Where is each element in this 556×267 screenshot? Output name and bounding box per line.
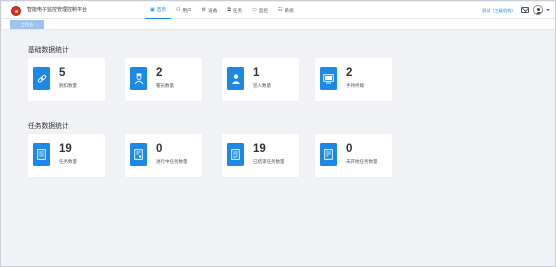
stat-label: 手持终端	[346, 83, 364, 88]
system-icon: ☷	[278, 7, 283, 13]
stat-label: 进行中任务数量	[156, 159, 188, 164]
task-icon: ⧉	[227, 7, 231, 13]
mail-icon[interactable]	[521, 7, 529, 13]
nav-item-system[interactable]: ☷ 系统	[273, 2, 299, 19]
prisoner-icon	[227, 67, 244, 90]
police-badge-logo	[11, 6, 21, 16]
link-icon	[33, 67, 50, 90]
main-nav: ▣ 首页 ⚇ 用户 ⚙ 设备 ⧉ 任务 ▭ 监控 ☷ 系统	[145, 2, 299, 19]
stat-value: 19	[253, 143, 266, 155]
terminal-icon	[320, 67, 337, 90]
stat-value: 2	[156, 67, 163, 79]
stat-label: 已结束任务数量	[253, 159, 285, 164]
stat-value: 1	[253, 67, 260, 79]
task-stats-title: 任务数据统计	[28, 123, 69, 130]
nav-item-label: 设备	[208, 7, 218, 13]
user-icon: ⚇	[175, 7, 181, 13]
nav-item-monitor[interactable]: ▭ 监控	[247, 2, 273, 19]
task-done-icon	[227, 143, 244, 166]
tab-bar: 工作台	[2, 19, 555, 30]
device-icon: ⚙	[201, 7, 207, 13]
task-stat-card[interactable]: 19 任务数量	[28, 134, 105, 177]
chevron-down-icon[interactable]	[546, 9, 550, 11]
nav-item-label: 系统	[284, 7, 294, 13]
basic-stat-card[interactable]: 1 犯人数量	[222, 58, 299, 101]
nav-item-task[interactable]: ⧉ 任务	[222, 2, 247, 19]
nav-item-label: 用户	[182, 7, 192, 13]
task-stat-card[interactable]: 19 已结束任务数量	[222, 134, 299, 177]
stat-value: 5	[59, 67, 66, 79]
home-icon: ▣	[150, 6, 155, 13]
task-doc-icon	[33, 143, 50, 166]
task-stat-card[interactable]: 0 未开始任务数量	[315, 134, 392, 177]
top-header: 智能电子监控管理控制平台 ▣ 首页 ⚇ 用户 ⚙ 设备 ⧉ 任务 ▭ 监控 ☷ 系统 测试（三级机构）	[2, 2, 555, 19]
stat-value: 0	[346, 143, 353, 155]
app-frame: 智能电子监控管理控制平台 ▣ 首页 ⚇ 用户 ⚙ 设备 ⧉ 任务 ▭ 监控 ☷ 系统 测试（三级机构）…	[0, 0, 556, 267]
app-title: 智能电子监控管理控制平台	[27, 7, 88, 13]
officer-icon	[130, 67, 147, 90]
stat-value: 0	[156, 143, 163, 155]
task-stat-card[interactable]: 0 进行中任务数量	[125, 134, 202, 177]
basic-stats-title: 基础数据统计	[28, 47, 69, 54]
nav-item-label: 监控	[258, 7, 269, 13]
nav-item-home[interactable]: ▣ 首页	[145, 2, 171, 19]
nav-item-user[interactable]: ⚇ 用户	[171, 2, 197, 19]
stat-label: 任务数量	[59, 159, 77, 164]
basic-stat-card[interactable]: 2 手持终端	[315, 58, 392, 101]
nav-item-label: 首页	[156, 7, 166, 12]
task-pending-icon	[320, 143, 337, 166]
nav-item-label: 任务	[232, 7, 243, 13]
tab-workbench[interactable]: 工作台	[10, 20, 44, 29]
basic-stat-card[interactable]: 5 腕扣数量	[28, 58, 105, 101]
basic-stat-card[interactable]: 2 警员数量	[125, 58, 202, 101]
stat-label: 警员数量	[156, 83, 174, 88]
monitor-icon: ▭	[252, 7, 257, 13]
stat-value: 19	[59, 143, 72, 155]
stat-label: 犯人数量	[253, 83, 271, 88]
org-switcher[interactable]: 测试（三级机构）	[482, 8, 516, 14]
stat-value: 2	[346, 67, 353, 79]
stat-label: 未开始任务数量	[346, 159, 378, 164]
avatar[interactable]	[533, 5, 543, 15]
stat-label: 腕扣数量	[59, 83, 77, 88]
task-progress-icon	[130, 143, 147, 166]
nav-item-device[interactable]: ⚙ 设备	[197, 2, 223, 19]
